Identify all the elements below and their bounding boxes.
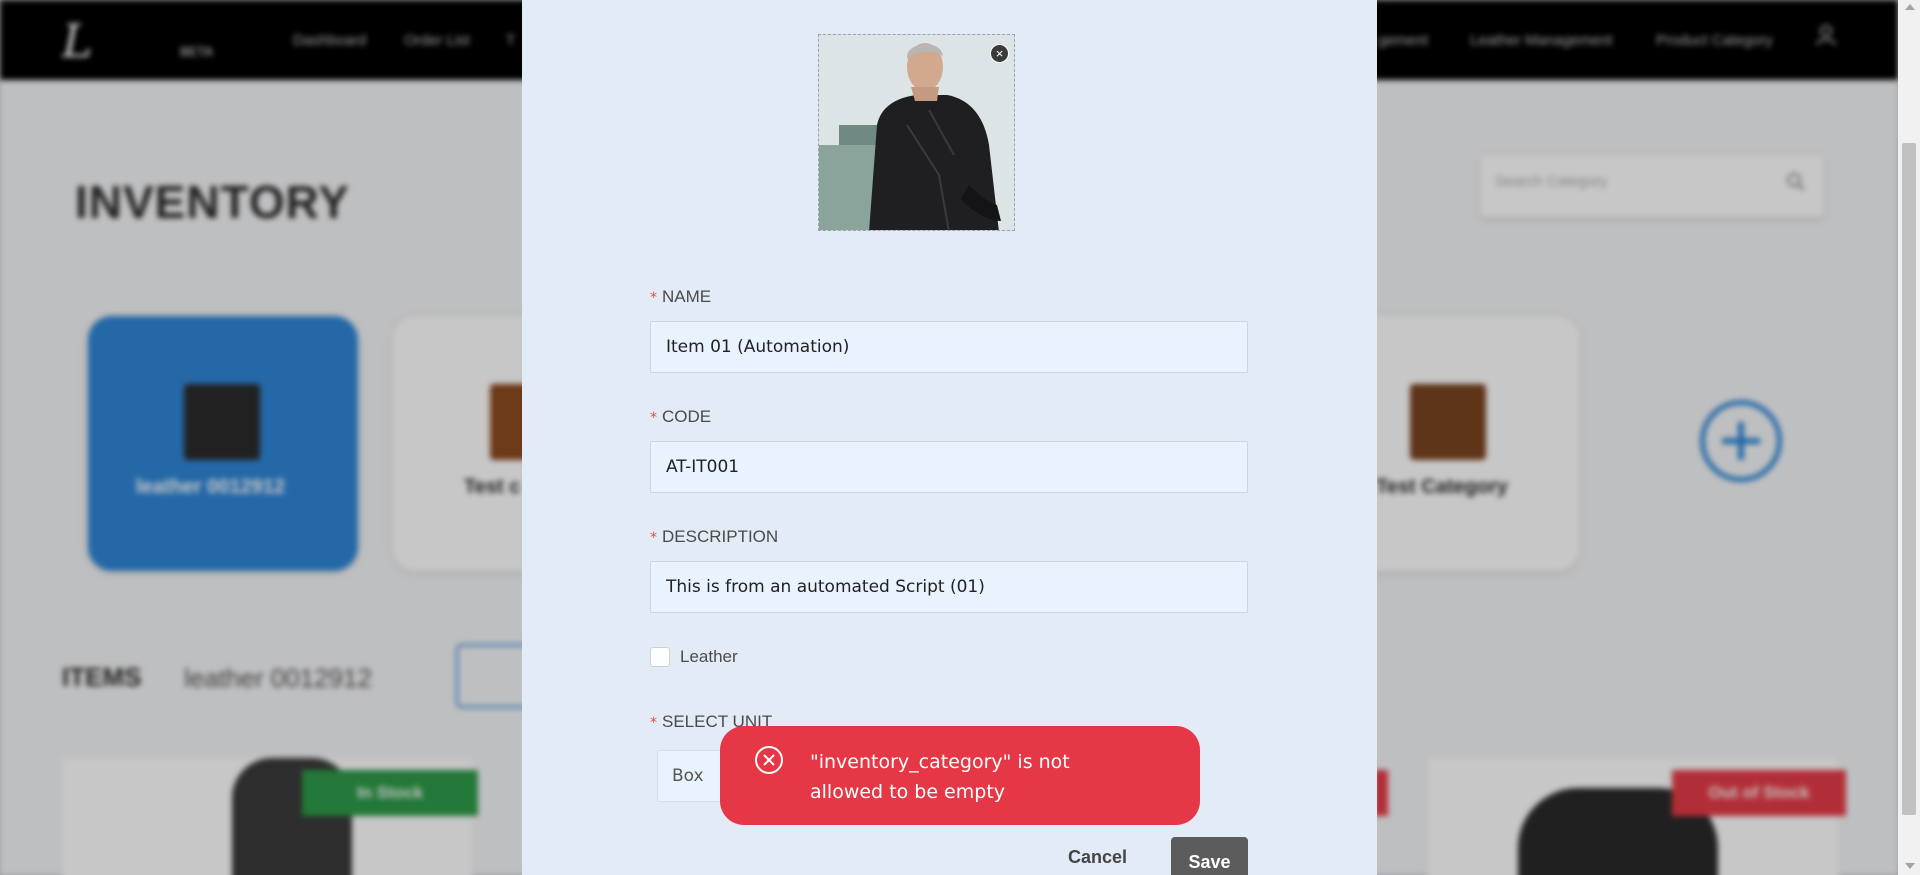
code-input[interactable] bbox=[650, 441, 1248, 493]
name-field-label: * NAME bbox=[650, 287, 711, 307]
name-input[interactable] bbox=[650, 321, 1248, 373]
description-label-text: DESCRIPTION bbox=[662, 527, 779, 546]
code-label-text: CODE bbox=[662, 407, 712, 426]
error-circle-x-icon bbox=[755, 746, 783, 774]
name-label-text: NAME bbox=[662, 287, 712, 306]
scrollbar-thumb[interactable] bbox=[1902, 143, 1916, 815]
remove-image-close-icon[interactable]: × bbox=[990, 44, 1009, 63]
leather-checkbox[interactable] bbox=[650, 647, 670, 667]
required-asterisk: * bbox=[650, 715, 657, 731]
required-asterisk: * bbox=[650, 410, 657, 426]
save-button[interactable]: Save bbox=[1171, 837, 1248, 875]
scroll-up-arrow-icon[interactable] bbox=[1905, 4, 1915, 10]
leather-checkbox-label[interactable]: Leather bbox=[680, 647, 738, 667]
leather-jacket-photo bbox=[819, 35, 1014, 230]
error-toast-message: "inventory_category" is not allowed to b… bbox=[810, 751, 1070, 803]
description-field-label: * DESCRIPTION bbox=[650, 527, 778, 547]
required-asterisk: * bbox=[650, 530, 657, 546]
code-field-label: * CODE bbox=[650, 407, 711, 427]
scroll-down-arrow-icon[interactable] bbox=[1905, 863, 1915, 869]
required-asterisk: * bbox=[650, 290, 657, 306]
description-input[interactable] bbox=[650, 561, 1248, 613]
cancel-button[interactable]: Cancel bbox=[1068, 847, 1127, 868]
item-image-preview bbox=[818, 34, 1015, 231]
